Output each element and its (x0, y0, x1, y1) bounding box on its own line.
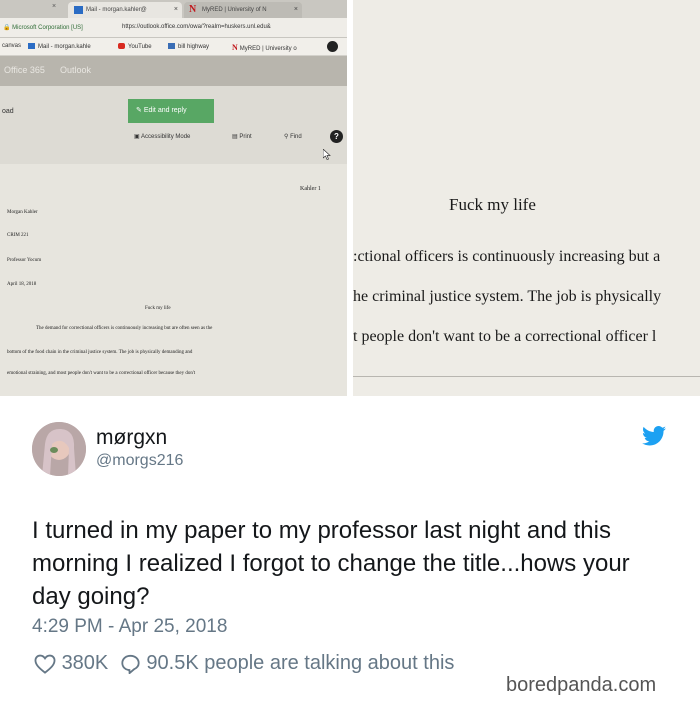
office-suite-bar: Office 365 Outlook (0, 56, 347, 86)
tweet-card: mørgxn @morgs216 I turned in my paper to… (0, 396, 700, 707)
divider (353, 376, 700, 377)
reply-stat[interactable]: 90.5K people are talking about this (120, 652, 455, 675)
nebraska-n-icon: N (189, 4, 197, 15)
address-bar[interactable]: 🔒 Microsoft Corporation [US] https://out… (0, 18, 347, 38)
zoomed-paper-photo: Fuck my life :ctional officers is contin… (353, 0, 700, 396)
browser-photo: × Mail - morgan.kahler@ × N MyRED | Univ… (0, 0, 347, 396)
find-button[interactable]: ⚲ Find (284, 133, 302, 140)
course-code: CRIM 221 (7, 233, 29, 238)
paper-title: Fuck my life (145, 306, 171, 311)
bookmark-mail[interactable]: Mail - morgan.kahle (28, 43, 91, 50)
billhighway-icon (168, 43, 175, 49)
close-tab-icon[interactable]: × (52, 3, 56, 10)
mouse-cursor-icon (323, 149, 331, 160)
avatar[interactable] (32, 422, 86, 476)
professor-name: Professor Yocum (7, 258, 42, 263)
like-stat[interactable]: 380K (34, 652, 108, 675)
print-button[interactable]: ▤ Print (232, 133, 252, 140)
tab-label: MyRED | University of N (202, 7, 267, 13)
body-line: t people don't want to be a correctional… (353, 328, 657, 345)
display-name[interactable]: mørgxn (96, 426, 167, 450)
pencil-icon: ✎ (136, 107, 144, 114)
user-handle[interactable]: @morgs216 (96, 452, 183, 470)
extension-icon[interactable] (327, 41, 338, 52)
outlook-icon (74, 6, 83, 14)
outlook-icon (28, 43, 35, 49)
body-line: he criminal justice system. The job is p… (353, 288, 662, 305)
bookmark-canvas[interactable]: canvas (2, 43, 21, 49)
heart-icon (34, 654, 56, 674)
reply-count: 90.5K people are talking about this (146, 652, 455, 675)
tab-mail[interactable]: Mail - morgan.kahler@ × (68, 2, 182, 18)
author-name: Morgan Kahler (7, 210, 38, 215)
running-header: Kahler 1 (300, 186, 321, 192)
body-line: emotional straining, and most people don… (7, 371, 196, 376)
outlook-label[interactable]: Outlook (60, 65, 91, 75)
twitter-bird-icon[interactable] (642, 426, 666, 446)
paper-title: Fuck my life (449, 195, 536, 214)
help-icon[interactable]: ? (330, 130, 343, 143)
avatar-image (32, 422, 86, 476)
bookmark-myred[interactable]: N MyRED | University o (232, 43, 297, 52)
close-tab-icon[interactable]: × (294, 2, 298, 18)
url-text[interactable]: https://outlook.office.com/owa/?realm=hu… (122, 24, 271, 30)
secure-lock-label: 🔒 Microsoft Corporation [US] (3, 25, 83, 31)
tweet-text: I turned in my paper to my professor las… (32, 517, 630, 610)
attached-paper-preview: Kahler 1 Morgan Kahler CRIM 221 Professo… (0, 164, 347, 396)
mail-reading-pane: oad ✎ Edit and reply ▣ Accessibility Mod… (0, 86, 347, 396)
body-line: :ctional officers is continuously increa… (353, 248, 661, 265)
edit-and-reply-label: Edit and reply (143, 107, 187, 114)
edit-and-reply-button[interactable]: ✎ Edit and reply (128, 99, 214, 123)
office-label[interactable]: Office 365 (4, 65, 45, 75)
accessibility-icon: ▣ (134, 134, 142, 140)
tab-bar: × Mail - morgan.kahler@ × N MyRED | Univ… (0, 0, 347, 18)
nebraska-n-icon: N (232, 43, 238, 52)
close-tab-icon[interactable]: × (174, 2, 178, 18)
pane-text: oad (2, 108, 14, 115)
paper-date: April 18, 2018 (7, 282, 37, 287)
body-line: The demand for correctional officers is … (36, 326, 213, 331)
bookmark-billhighway[interactable]: bill highway (168, 43, 209, 50)
tweet-stats: 380K 90.5K people are talking about this (34, 652, 454, 676)
youtube-icon (118, 43, 125, 49)
bookmarks-bar: canvas Mail - morgan.kahle YouTube bill … (0, 38, 347, 56)
tab-myred[interactable]: N MyRED | University of N × (184, 2, 302, 18)
bookmark-youtube[interactable]: YouTube (118, 43, 152, 50)
photo-collage: × Mail - morgan.kahler@ × N MyRED | Univ… (0, 0, 700, 396)
like-count: 380K (61, 652, 109, 675)
reply-bubble-icon (121, 654, 140, 675)
site-watermark: boredpanda.com (506, 674, 657, 696)
body-line: bottom of the food chain in the criminal… (7, 350, 193, 355)
tab-label: Mail - morgan.kahler@ (86, 7, 147, 13)
tweet-timestamp[interactable]: 4:29 PM - Apr 25, 2018 (32, 616, 227, 638)
accessibility-mode-button[interactable]: ▣ Accessibility Mode (134, 133, 190, 140)
